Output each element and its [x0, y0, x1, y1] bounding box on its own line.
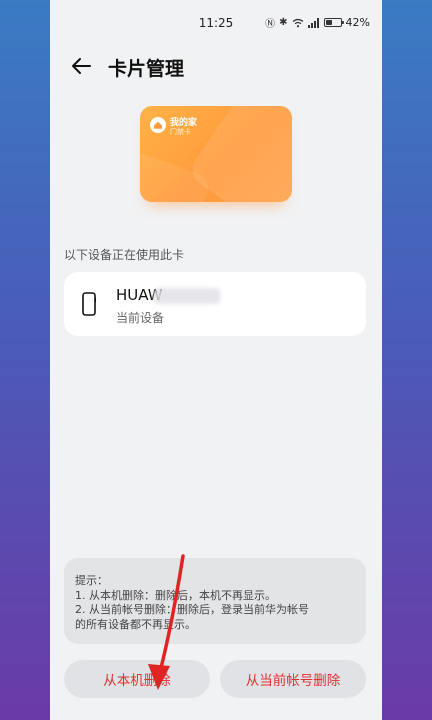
phone-screen: 11:25 Ⓝ ✱ 42% 卡片管理 我的家 门禁卡 以下设备正在使用此卡 HU…: [50, 0, 382, 720]
redaction-blur: [154, 288, 220, 304]
page-title: 卡片管理: [108, 58, 185, 80]
devices-section-label: 以下设备正在使用此卡: [64, 248, 185, 262]
header: 卡片管理: [50, 46, 382, 86]
nfc-icon: Ⓝ: [265, 19, 276, 30]
back-button[interactable]: [68, 52, 96, 80]
tips-line: 的所有设备都不再显示。: [75, 617, 196, 631]
bluetooth-icon: ✱: [279, 17, 288, 28]
tips-line: 1. 从本机删除：删除后，本机不再显示。: [75, 588, 276, 602]
battery-percent: 42%: [345, 16, 370, 29]
card-subtitle: 门禁卡: [170, 128, 191, 136]
device-item[interactable]: HUAW 当前设备: [64, 272, 366, 336]
home-icon: [150, 117, 166, 133]
wifi-icon: [292, 18, 303, 27]
status-bar: 11:25 Ⓝ ✱ 42%: [50, 0, 382, 44]
status-icons: Ⓝ ✱ 42%: [265, 15, 370, 30]
tips-heading: 提示：: [75, 574, 108, 587]
tips-box: 提示： 1. 从本机删除：删除后，本机不再显示。 2. 从当前帐号删除：删除后，…: [64, 558, 366, 644]
back-arrow-icon: [72, 58, 91, 74]
signal-icon: [307, 17, 319, 28]
battery-icon: [323, 18, 344, 27]
access-card[interactable]: 我的家 门禁卡: [140, 106, 292, 202]
phone-icon: [82, 292, 96, 316]
delete-account-button[interactable]: 从当前帐号删除: [220, 660, 366, 698]
battery-level: [325, 20, 332, 25]
delete-local-button[interactable]: 从本机删除: [64, 660, 210, 698]
device-status: 当前设备: [116, 311, 165, 325]
tips-line: 2. 从当前帐号删除：删除后，登录当前华为帐号: [75, 603, 309, 616]
